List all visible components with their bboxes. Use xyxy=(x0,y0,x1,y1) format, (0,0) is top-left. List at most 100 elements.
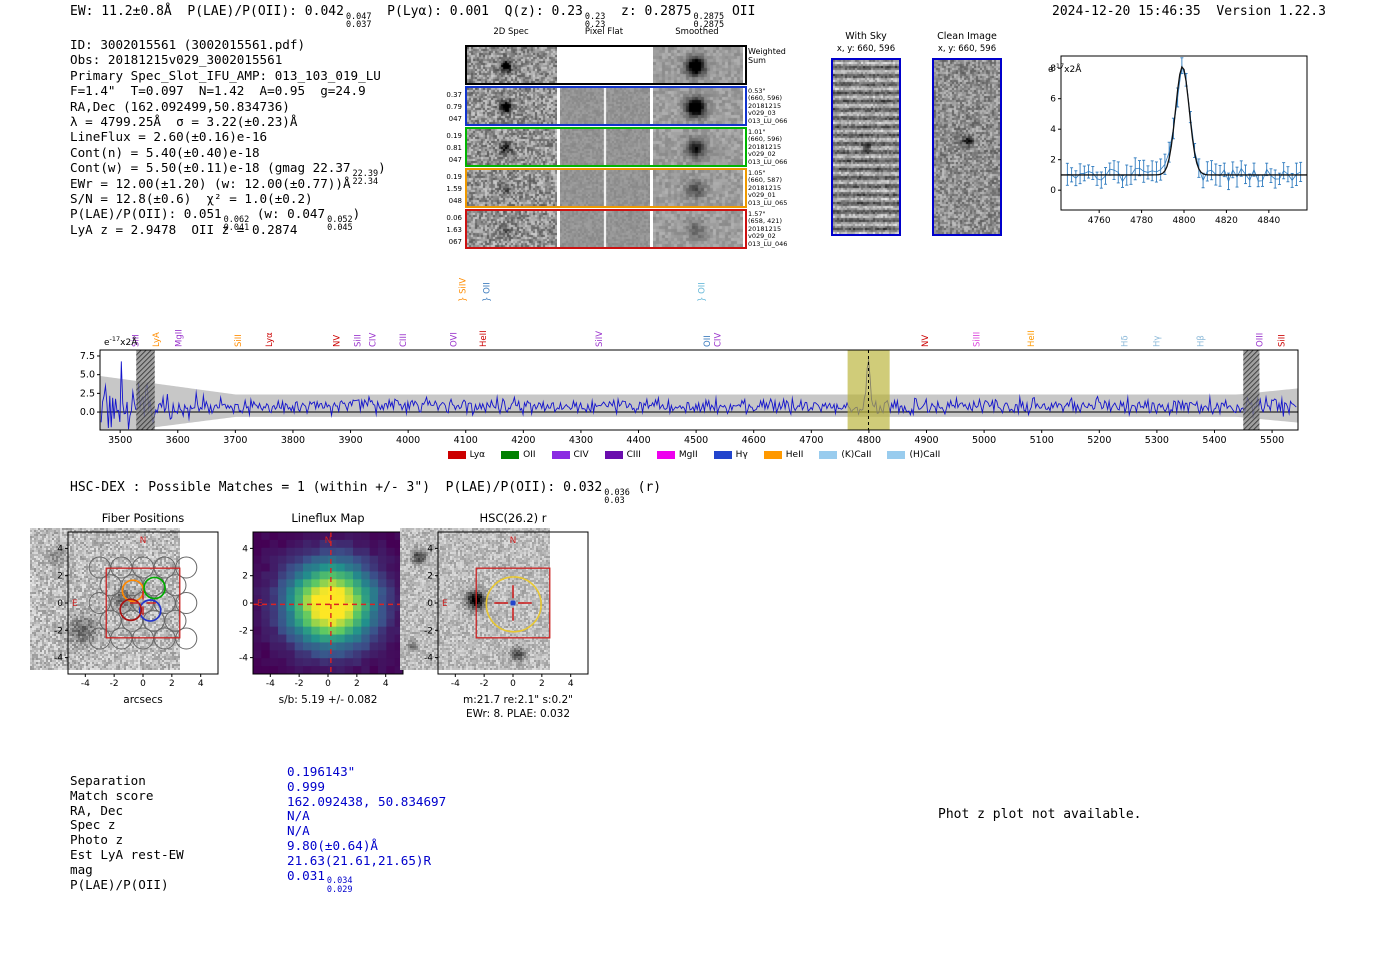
match-row-value: 21.63(21.61,21.65)R xyxy=(287,852,432,868)
report-version: Version 1.22.3 xyxy=(1216,4,1326,19)
cutout-pixelflat xyxy=(560,170,650,206)
cutout-row xyxy=(465,86,747,126)
legend-label: Lyα xyxy=(469,450,486,460)
report-timestamp: 2024-12-20 15:46:35 xyxy=(1052,4,1201,19)
cutout-2dspec xyxy=(467,170,557,206)
legend-item: Lyα xyxy=(447,450,486,460)
legend-label: CIV xyxy=(573,450,589,460)
full-spectrum-plot xyxy=(70,264,1318,448)
cutout-smoothed xyxy=(653,88,743,124)
legend-label: (H)CaII xyxy=(909,450,941,460)
match-table-row: mag21.63(21.61,21.65)R xyxy=(70,853,446,877)
cutout-row-right-labels: 0.53" (660, 596) 20181215 v029_03 013_LU_066 xyxy=(748,87,788,125)
report-meta: 2024-12-20 15:46:35 Version 1.22.3 xyxy=(1052,4,1326,19)
match-row-value: 9.80(±0.64)Å xyxy=(287,837,378,853)
cutout-grid xyxy=(465,45,747,250)
cutout-col-title-pixelflat: Pixel Flat xyxy=(584,27,624,37)
legend-swatch xyxy=(763,451,782,459)
cutout-smoothed xyxy=(653,170,743,206)
cutout-row-left-labels: 0.37 0.79 047 xyxy=(446,91,462,123)
legend-swatch xyxy=(447,451,466,459)
sup-sub-value: 0.034 0.029 xyxy=(326,876,353,895)
match-row-value: 0.196143" xyxy=(287,764,356,779)
info-line: λ = 4799.25Å σ = 3.22(±0.23)Å xyxy=(70,113,298,129)
legend-label: CIII xyxy=(626,450,641,460)
sup-sub-value: 0.052 0.045 xyxy=(327,214,353,234)
match-row-value: 0.999 xyxy=(287,778,325,794)
info-line: ID: 3002015561 (3002015561.pdf) xyxy=(70,37,306,52)
legend-label: MgII xyxy=(678,450,698,460)
cutout-row xyxy=(465,127,747,167)
with-sky-subtitle: x, y: 660, 596 xyxy=(836,44,896,54)
clean-image-title: Clean Image xyxy=(937,31,997,42)
info-line: Primary Spec_Slot_IFU_AMP: 013_103_019_L… xyxy=(70,67,381,83)
legend-label: (K)CaII xyxy=(841,450,872,460)
legend-item: MgII xyxy=(656,450,698,460)
info-block: ID: 3002015561 (3002015561.pdf) Obs: 2018… xyxy=(70,37,386,237)
cutout-pixelflat xyxy=(560,47,650,83)
with-sky-image-frame xyxy=(831,58,901,236)
cutout-pixelflat xyxy=(560,88,650,124)
cutout-row-right-labels: 1.01" (660, 596) 20181215 v029_02 013_LU_066 xyxy=(748,128,788,166)
cutout-row xyxy=(465,45,747,85)
photz-note: Phot z plot not available. xyxy=(938,807,1142,822)
cutout-2dspec xyxy=(467,129,557,165)
legend-item: (K)CaII xyxy=(819,450,871,460)
legend-item: CIII xyxy=(604,450,641,460)
line-fit-zoom-plot xyxy=(1035,50,1315,230)
info-line: LineFlux = 2.60(±0.16)e-16 xyxy=(70,129,268,145)
cutout-col-title-2dspec: 2D Spec xyxy=(493,27,529,37)
lineflux-map-plot xyxy=(215,528,407,690)
info-line: F=1.4" T=0.097 N=1.42 A=0.95 g=24.9 xyxy=(70,83,366,99)
cutout-row xyxy=(465,209,747,249)
clean-image-subtitle: x, y: 660, 596 xyxy=(937,44,997,54)
legend-swatch xyxy=(713,451,732,459)
legend-swatch xyxy=(819,451,838,459)
hsc-caption-2: EWr: 8. PLAE: 0.032 xyxy=(465,708,571,720)
hsc-cutout-plot xyxy=(400,528,592,690)
cutout-smoothed xyxy=(653,211,743,247)
cutout-row-right-labels: Weighted Sum xyxy=(748,47,786,65)
cutout-smoothed xyxy=(653,129,743,165)
cutout-row-left-labels: 0.06 1.63 067 xyxy=(446,214,462,246)
info-line: EWr = 12.00(±1.20) (w: 12.00(±0.77))Å xyxy=(70,175,351,191)
cutout-smoothed xyxy=(653,47,743,83)
match-table-row: RA, Dec162.092438, 50.834697 xyxy=(70,794,446,818)
cutout-pixelflat xyxy=(560,129,650,165)
match-row-value: 0.031 0.034 0.029 xyxy=(287,867,353,895)
cutout-row-left-labels: 0.19 0.81 047 xyxy=(446,132,462,164)
legend-swatch xyxy=(551,451,570,459)
cutout-2dspec xyxy=(467,211,557,247)
match-row-value: 162.092438, 50.834697 xyxy=(287,793,447,809)
match-table-row: Spec zN/A xyxy=(70,808,446,832)
cutout-row-right-labels: 1.57" (658, 421) 20181215 v029_02 013_LU_046 xyxy=(748,210,788,248)
cutout-row-right-labels: 1.05" (660, 587) 20181215 v029_01 013_LU_065 xyxy=(748,169,788,207)
spectrum-legend: Lyα OII CIV CIII MgII Hγ HeII (K)CaII (H)CaII xyxy=(70,450,1318,460)
match-table-row: Separation0.196143" xyxy=(70,764,446,788)
cutout-2dspec xyxy=(467,88,557,124)
legend-label: HeII xyxy=(785,450,804,460)
clean-image-frame xyxy=(932,58,1002,236)
info-line: Cont(w) = 5.50(±0.11)e-18 (gmag 22.37 22.… xyxy=(70,160,386,188)
cutout-row-left-labels: 0.19 1.59 048 xyxy=(446,173,462,205)
sup-sub-value: 22.39 22.34 xyxy=(352,168,379,188)
lineflux-caption: s/b: 5.19 +/- 0.082 xyxy=(278,694,378,706)
cutout-row xyxy=(465,168,747,208)
with-sky-title: With Sky xyxy=(845,31,887,42)
sup-sub-value: 0.036 0.03 xyxy=(604,487,630,506)
legend-swatch xyxy=(604,451,623,459)
zoom-unit-label: e-17x2Å xyxy=(1048,62,1082,75)
elixer-report-page: { "meta": { "timestamp": "2024-12-20 15:… xyxy=(0,0,1400,953)
legend-swatch xyxy=(656,451,675,459)
summary-header: EW: 11.2±0.8Å P(LAE)/P(OII): 0.042 0.047 0… xyxy=(70,4,756,30)
cutout-2dspec xyxy=(467,47,557,83)
hsc-caption-1: m:21.7 re:2.1" s:0.2" xyxy=(463,694,573,706)
info-line: S/N = 12.8(±0.6) χ² = 1.0(±0.2) xyxy=(70,190,313,206)
hsc-cutout-title: HSC(26.2) r xyxy=(479,511,547,525)
match-row-value: N/A xyxy=(287,808,310,824)
fiber-positions-title: Fiber Positions xyxy=(101,511,185,525)
match-row-value: N/A xyxy=(287,823,310,839)
match-row-label: P(LAE)/P(OII) xyxy=(70,876,169,892)
legend-item: Hγ xyxy=(713,450,748,460)
fiber-positions-plot xyxy=(30,528,222,690)
